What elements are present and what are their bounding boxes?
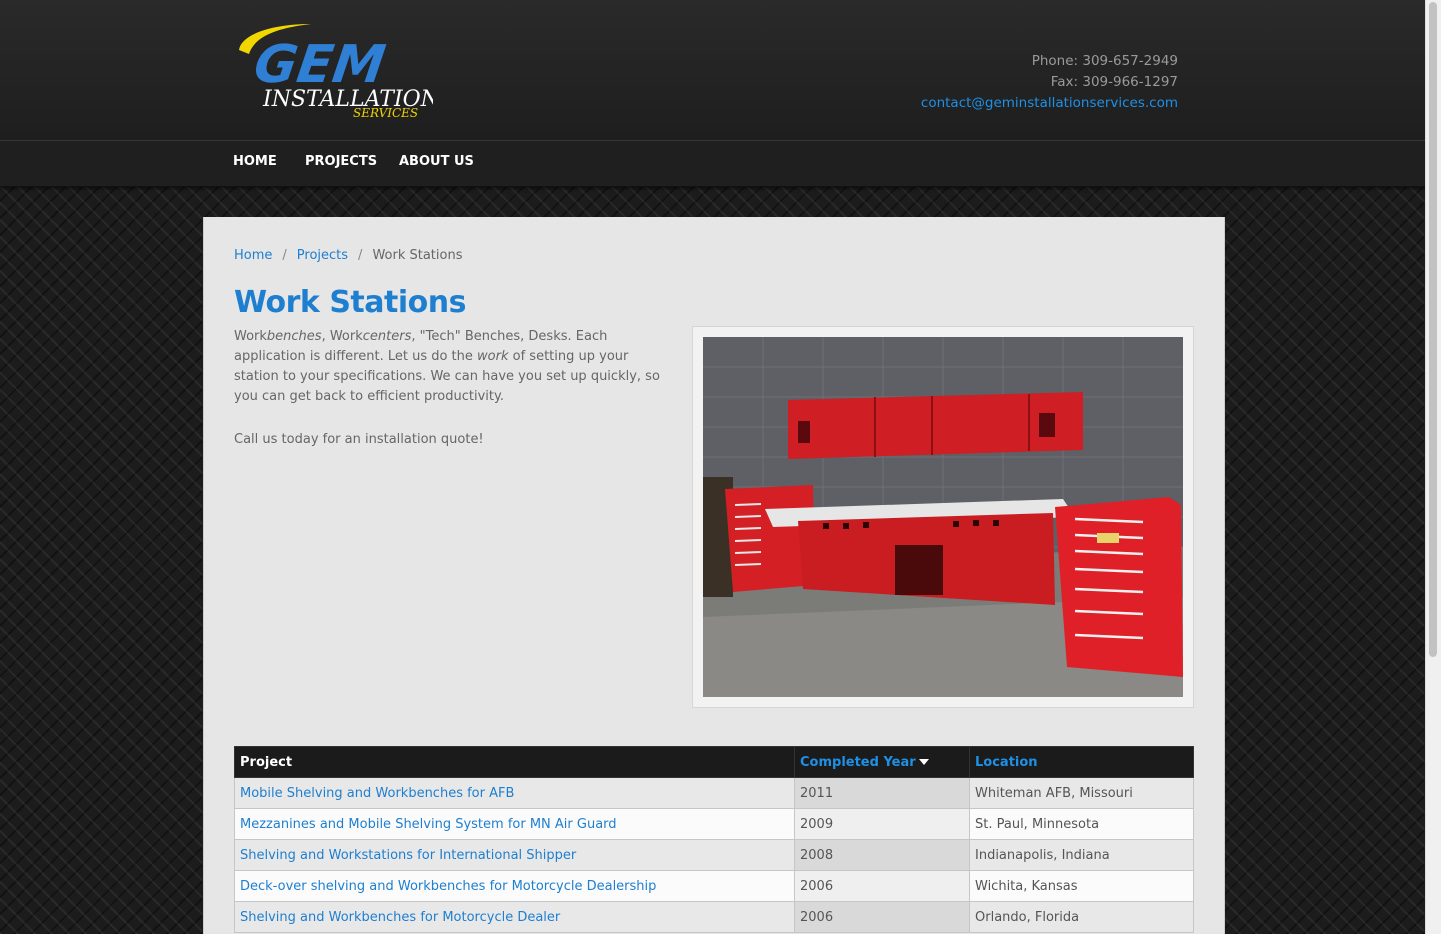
location-cell: St. Paul, Minnesota [969,808,1194,840]
breadcrumb: Home / Projects / Work Stations [234,248,462,263]
table-row: Shelving and Workbenches for Motorcycle … [234,901,1194,933]
project-link[interactable]: Mobile Shelving and Workbenches for AFB [240,786,514,801]
nav-home[interactable]: HOME [233,154,277,169]
desc-emphasis: centers [362,329,412,344]
email-link[interactable]: contact@geminstallationservices.com [921,95,1178,111]
call-to-action: Call us today for an installation quote! [234,432,484,447]
scrollbar-thumb[interactable] [1429,2,1437,657]
location-cell: Indianapolis, Indiana [969,839,1194,871]
page-description: Workbenches, Workcenters, "Tech" Benches… [234,327,664,407]
project-cell: Mezzanines and Mobile Shelving System fo… [234,808,795,840]
col-header-location[interactable]: Location [969,746,1194,778]
workbench-photo [703,337,1183,697]
desc-emphasis: benches [266,329,322,344]
project-link[interactable]: Shelving and Workstations for Internatio… [240,848,576,863]
project-link[interactable]: Mezzanines and Mobile Shelving System fo… [240,817,617,832]
desc-emphasis: work [477,349,509,364]
project-link[interactable]: Shelving and Workbenches for Motorcycle … [240,910,560,925]
breadcrumb-separator: / [282,248,287,263]
year-cell: 2006 [794,901,970,933]
nav-projects[interactable]: PROJECTS [305,154,377,169]
main-nav: HOME PROJECTS ABOUT US [0,141,1426,187]
year-cell: 2008 [794,839,970,871]
location-cell: Orlando, Florida [969,901,1194,933]
project-cell: Deck-over shelving and Workbenches for M… [234,870,795,902]
nav-about-us[interactable]: ABOUT US [399,154,474,169]
breadcrumb-projects[interactable]: Projects [297,248,348,263]
project-cell: Shelving and Workbenches for Motorcycle … [234,901,795,933]
page-title: Work Stations [234,285,466,320]
col-header-project: Project [234,746,795,778]
desc-text: , Work [321,329,363,344]
site-logo[interactable]: GEM INSTALLATION SERVICES [233,20,441,120]
location-cell: Wichita, Kansas [969,870,1194,902]
content-panel: Home / Projects / Work Stations Work Station… [203,217,1225,934]
col-header-completed-year[interactable]: Completed Year [794,746,970,778]
gem-logo-graphic: GEM INSTALLATION SERVICES [239,24,441,120]
table-row: Mobile Shelving and Workbenches for AFB … [234,777,1194,809]
logo-services-text: SERVICES [353,106,418,120]
breadcrumb-home[interactable]: Home [234,248,272,263]
fax-number: Fax: 309-966-1297 [1050,74,1178,90]
project-photo-frame [692,326,1194,708]
breadcrumb-separator: / [358,248,363,263]
table-header-row: Project Completed Year Location [234,746,1194,778]
project-cell: Mobile Shelving and Workbenches for AFB [234,777,795,809]
project-cell: Shelving and Workstations for Internatio… [234,839,795,871]
year-cell: 2009 [794,808,970,840]
table-row: Shelving and Workstations for Internatio… [234,839,1194,871]
logo-gem-text: GEM [250,35,388,95]
sort-desc-icon[interactable] [918,759,929,765]
desc-text: Work [234,329,267,344]
location-cell: Whiteman AFB, Missouri [969,777,1194,809]
phone-number: Phone: 309-657-2949 [1031,53,1178,69]
year-cell: 2011 [794,777,970,809]
year-cell: 2006 [794,870,970,902]
col-header-year-label[interactable]: Completed Year [800,755,916,770]
contact-info: Phone: 309-657-2949 Fax: 309-966-1297 co… [921,51,1178,114]
breadcrumb-current: Work Stations [372,248,463,263]
table-row: Deck-over shelving and Workbenches for M… [234,870,1194,902]
projects-table: Project Completed Year Location Mobile S… [234,746,1194,933]
table-row: Mezzanines and Mobile Shelving System fo… [234,808,1194,840]
site-header: GEM INSTALLATION SERVICES Phone: 309-657… [0,0,1426,141]
project-link[interactable]: Deck-over shelving and Workbenches for M… [240,879,656,894]
page-scrollbar[interactable] [1425,0,1441,934]
